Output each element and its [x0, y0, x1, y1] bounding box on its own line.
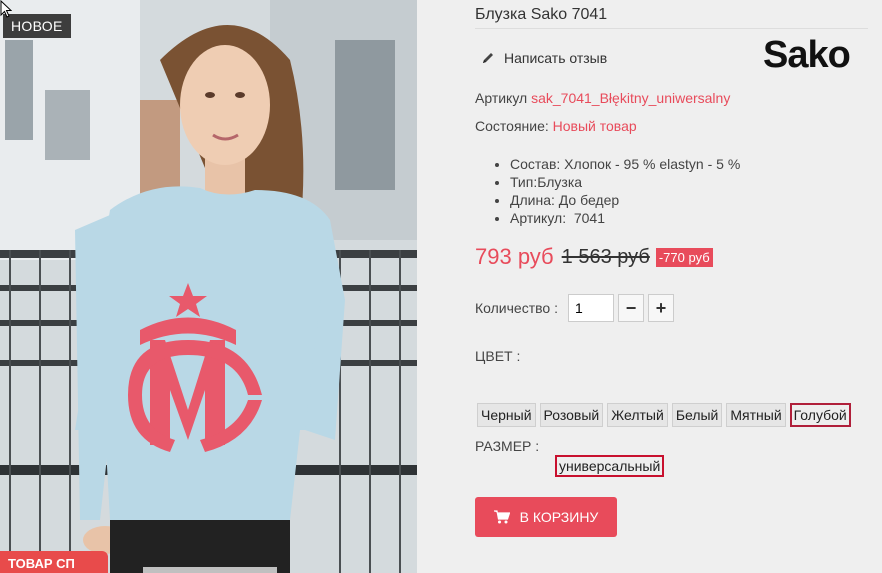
color-option-white[interactable]: Белый [671, 403, 723, 427]
pencil-icon [483, 53, 493, 63]
quantity-decrease-button[interactable]: − [617, 294, 644, 322]
feature-item: Длина: До бедер [510, 191, 740, 209]
title-divider [475, 28, 868, 29]
color-option-mint[interactable]: Мятный [726, 403, 786, 427]
promo-strip[interactable]: ТОВАР СП [0, 551, 108, 573]
add-to-cart-button[interactable]: В КОРЗИНУ [475, 497, 617, 537]
feature-list: Состав: Хлопок - 95 % elastyn - 5 % Тип:… [510, 155, 740, 227]
sku-value: sak_7041_Błękitny_uniwersalny [531, 90, 731, 106]
sku-row: Артикул sak_7041_Błękitny_uniwersalny [475, 90, 730, 106]
brand-logo[interactable]: Sako [763, 34, 851, 77]
cursor-icon [0, 0, 12, 18]
product-title: Блузка Sako 7041 [475, 6, 608, 23]
write-review-link[interactable]: Написать отзыв [481, 50, 607, 66]
current-price: 793 руб [475, 244, 554, 269]
color-option-pink[interactable]: Розовый [539, 403, 604, 427]
price-row: 793 руб 1 563 руб -770 руб [475, 244, 713, 270]
color-option-blue[interactable]: Голубой [789, 403, 851, 427]
condition-label: Состояние: [475, 118, 549, 134]
condition-value: Новый товар [552, 118, 637, 134]
feature-item: Артикул: 7041 [510, 209, 740, 227]
condition-row: Состояние: Новый товар [475, 118, 637, 134]
quantity-label: Количество : [475, 300, 558, 316]
image-scrollbar[interactable] [143, 567, 277, 573]
feature-item: Состав: Хлопок - 95 % elastyn - 5 % [510, 155, 740, 173]
old-price: 1 563 руб [561, 245, 650, 268]
quantity-row: Количество : − + [475, 294, 674, 322]
size-option-universal[interactable]: универсальный [555, 455, 665, 477]
new-badge: НОВОЕ [3, 14, 71, 38]
add-to-cart-label: В КОРЗИНУ [519, 509, 599, 525]
quantity-increase-button[interactable]: + [647, 294, 674, 322]
product-image[interactable]: НОВОЕ ТОВАР СП [0, 0, 417, 573]
sku-label: Артикул [475, 90, 528, 106]
product-photo [0, 0, 417, 573]
color-option-yellow[interactable]: Желтый [607, 403, 668, 427]
cart-icon [493, 510, 510, 524]
color-option-black[interactable]: Черный [477, 403, 536, 427]
color-options: Черный Розовый Желтый Белый Мятный Голуб… [477, 403, 851, 427]
color-label: ЦВЕТ : [475, 348, 521, 364]
write-review-label: Написать отзыв [504, 50, 608, 66]
discount-badge: -770 руб [655, 247, 713, 267]
feature-item: Тип:Блузка [510, 173, 740, 191]
size-label: РАЗМЕР : [475, 438, 540, 454]
product-page: НОВОЕ ТОВАР СП Блузка Sako 7041 Написать… [0, 0, 882, 573]
quantity-input[interactable] [567, 294, 614, 322]
